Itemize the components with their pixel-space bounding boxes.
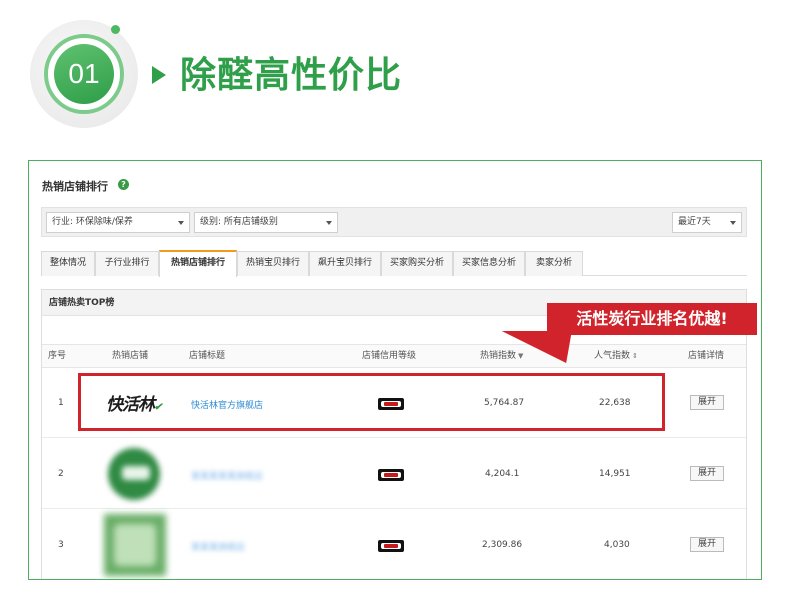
tab-seller-analysis[interactable]: 卖家分析 xyxy=(525,251,583,276)
tab-hot-shops[interactable]: 热销店铺排行 xyxy=(159,250,237,277)
col-popularity-label: 人气指数 xyxy=(594,351,631,361)
tab-sub-industry[interactable]: 子行业排行 xyxy=(95,251,159,276)
col-popularity[interactable]: 人气指数 ⇕ xyxy=(594,345,638,367)
badge-dot-icon xyxy=(111,25,120,34)
table-row: 2 某某某某某旗舰店 4,204.1 14,951 展开 xyxy=(42,439,746,509)
shop-title-link[interactable]: 某某某某某旗舰店 xyxy=(191,469,263,482)
table-header: 序号 热销店铺 店铺标题 店铺信用等级 热销指数 ▼ 人气指数 ⇕ 店铺详情 xyxy=(42,344,746,368)
tab-buyer-info[interactable]: 买家信息分析 xyxy=(453,251,525,276)
step-badge-ring: 01 xyxy=(44,34,124,114)
question-circle-icon[interactable]: ? xyxy=(118,179,129,190)
step-badge: 01 xyxy=(30,20,138,128)
expand-button[interactable]: 展开 xyxy=(690,395,724,410)
rank: 3 xyxy=(58,540,64,550)
chevron-down-icon xyxy=(730,221,736,225)
tab-rising-items[interactable]: 飙升宝贝排行 xyxy=(309,251,381,276)
screenshot-panel: 热销店铺排行 ? 行业: 环保除味/保养 级别: 所有店铺级别 最近7天 整体情… xyxy=(28,160,762,580)
filter-bar: 行业: 环保除味/保养 级别: 所有店铺级别 最近7天 xyxy=(41,207,747,237)
shop-logo-blurred xyxy=(104,514,166,576)
tmall-credit-icon xyxy=(378,469,404,481)
expand-button[interactable]: 展开 xyxy=(690,537,724,552)
chevron-down-icon xyxy=(178,221,184,225)
tab-bar: 整体情况 子行业排行 热销店铺排行 热销宝贝排行 飙升宝贝排行 买家购买分析 买… xyxy=(41,249,747,277)
panel-title: 热销店铺排行 xyxy=(42,180,108,193)
col-detail: 店铺详情 xyxy=(688,351,725,361)
step-number: 01 xyxy=(54,44,114,104)
tab-hot-items[interactable]: 热销宝贝排行 xyxy=(237,251,309,276)
level-select[interactable]: 级别: 所有店铺级别 xyxy=(194,212,338,233)
tab-buyer-purchase[interactable]: 买家购买分析 xyxy=(381,251,453,276)
section-heading: 除醛高性价比 xyxy=(180,55,403,96)
shop-title-link[interactable]: 某某某旗舰店 xyxy=(191,540,245,553)
col-rank: 序号 xyxy=(48,351,67,361)
play-arrow-icon xyxy=(152,66,166,84)
industry-select-value: 行业: 环保除味/保养 xyxy=(52,217,133,227)
hot-index-value: 4,204.1 xyxy=(485,469,520,479)
tab-overview[interactable]: 整体情况 xyxy=(41,251,95,276)
period-select[interactable]: 最近7天 xyxy=(672,212,742,233)
rank: 2 xyxy=(58,469,64,479)
table-row: 3 某某某旗舰店 2,309.86 4,030 展开 xyxy=(42,510,746,579)
tmall-credit-icon xyxy=(378,540,404,552)
hot-index-value: 2,309.86 xyxy=(482,540,523,550)
period-select-value: 最近7天 xyxy=(678,217,711,227)
industry-select[interactable]: 行业: 环保除味/保养 xyxy=(46,212,190,233)
col-shop-title: 店铺标题 xyxy=(189,351,226,361)
popularity-value: 14,951 xyxy=(599,469,631,479)
popularity-value: 4,030 xyxy=(604,540,630,550)
expand-button[interactable]: 展开 xyxy=(690,466,724,481)
highlight-box xyxy=(78,373,665,431)
sort-icon: ⇕ xyxy=(632,352,638,360)
rank: 1 xyxy=(58,398,64,408)
col-shop: 热销店铺 xyxy=(112,351,149,361)
shop-logo-blurred xyxy=(108,448,160,500)
callout-banner: 活性炭行业排名优越! xyxy=(547,303,757,335)
level-select-value: 级别: 所有店铺级别 xyxy=(200,217,278,227)
col-credit: 店铺信用等级 xyxy=(362,351,417,361)
chevron-down-icon xyxy=(326,221,332,225)
callout-pointer xyxy=(496,331,572,363)
